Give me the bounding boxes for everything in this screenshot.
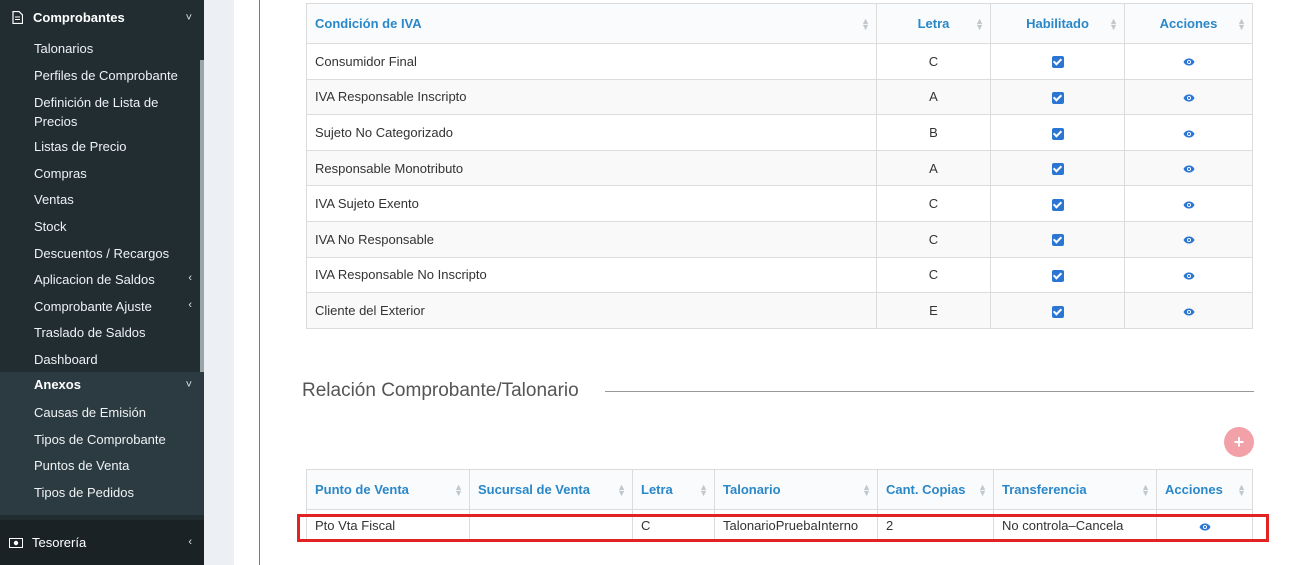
table-row: Cliente del Exterior E bbox=[306, 292, 1253, 329]
iva-conditions-table: Condición de IVA ▲ ▼ Letra ▲ ▼ Habilitado ▲ ▼ … bbox=[306, 3, 1253, 329]
sort-icon: ▲ ▼ bbox=[975, 16, 984, 32]
sidebar: Comprobantes ˅ Talonarios Perfiles de Co… bbox=[0, 0, 204, 565]
section-title: Relación Comprobante/Talonario bbox=[302, 380, 579, 401]
sidebar-item-listas-precio[interactable]: Listas de Precio bbox=[34, 138, 127, 156]
sort-icon: ▲ ▼ bbox=[1109, 16, 1118, 32]
sidebar-item-puntos-venta[interactable]: Puntos de Venta bbox=[34, 457, 129, 475]
sort-icon: ▲ ▼ bbox=[617, 482, 626, 498]
eye-icon[interactable] bbox=[1183, 236, 1195, 244]
column-header-habilitado[interactable]: Habilitado ▲ ▼ bbox=[990, 3, 1125, 44]
section-divider bbox=[605, 391, 1254, 392]
habilitado-checkbox[interactable] bbox=[1051, 305, 1064, 318]
sidebar-section-label: Comprobantes bbox=[33, 10, 125, 25]
sort-icon: ▲ ▼ bbox=[861, 16, 870, 32]
sidebar-item-descuentos[interactable]: Descuentos / Recargos bbox=[34, 245, 169, 263]
sidebar-item-dashboard[interactable]: Dashboard bbox=[34, 351, 98, 369]
sidebar-item-compras[interactable]: Compras bbox=[34, 165, 87, 183]
sidebar-item-ventas[interactable]: Ventas bbox=[34, 191, 74, 209]
table-row: IVA Responsable No Inscripto C bbox=[306, 256, 1253, 294]
column-header-acciones[interactable]: Acciones ▲ ▼ bbox=[1124, 3, 1253, 44]
sort-icon: ▲ ▼ bbox=[1141, 482, 1150, 498]
sort-icon: ▲ ▼ bbox=[1237, 16, 1246, 32]
column-header-copias[interactable]: Cant. Copias ▲ ▼ bbox=[877, 469, 994, 510]
table-row: Consumidor Final C bbox=[306, 43, 1253, 80]
eye-icon[interactable] bbox=[1183, 94, 1195, 102]
sort-icon: ▲ ▼ bbox=[454, 482, 463, 498]
column-header-sucursal[interactable]: Sucursal de Venta ▲ ▼ bbox=[469, 469, 633, 510]
habilitado-checkbox[interactable] bbox=[1051, 269, 1064, 282]
cell-letra: C bbox=[876, 256, 991, 294]
eye-icon[interactable] bbox=[1183, 165, 1195, 173]
column-header-condicion[interactable]: Condición de IVA ▲ ▼ bbox=[306, 3, 877, 44]
chevron-down-icon: ˅ bbox=[185, 12, 192, 24]
sidebar-item-perfiles[interactable]: Perfiles de Comprobante bbox=[34, 67, 178, 85]
cell-letra: C bbox=[876, 43, 991, 80]
sidebar-item-tipos-comprobante[interactable]: Tipos de Comprobante bbox=[34, 431, 166, 449]
sidebar-item-definicion-lista[interactable]: Definición de Lista de Precios bbox=[34, 93, 184, 131]
table-row: IVA Sujeto Exento C bbox=[306, 185, 1253, 222]
habilitado-checkbox[interactable] bbox=[1051, 56, 1064, 69]
sidebar-item-tesoreria[interactable]: Tesorería bbox=[32, 535, 86, 550]
chevron-down-icon: ˅ bbox=[185, 379, 192, 391]
money-icon bbox=[9, 538, 23, 548]
habilitado-checkbox[interactable] bbox=[1051, 163, 1064, 176]
cell-letra: A bbox=[876, 78, 991, 116]
sidebar-item-comprobante-ajuste[interactable]: Comprobante Ajuste bbox=[34, 298, 152, 316]
sort-icon: ▲ ▼ bbox=[978, 482, 987, 498]
cell-condicion: Sujeto No Categorizado bbox=[306, 114, 877, 151]
document-icon bbox=[12, 11, 23, 24]
sidebar-item-stock[interactable]: Stock bbox=[34, 218, 67, 236]
eye-icon[interactable] bbox=[1183, 58, 1195, 66]
sort-icon: ▲ ▼ bbox=[862, 482, 871, 498]
habilitado-checkbox[interactable] bbox=[1051, 127, 1064, 140]
column-header-punto-venta[interactable]: Punto de Venta ▲ ▼ bbox=[306, 469, 470, 510]
table-row: Sujeto No Categorizado B bbox=[306, 114, 1253, 151]
sidebar-item-causas-emision[interactable]: Causas de Emisión bbox=[34, 404, 146, 422]
sidebar-section-anexos[interactable]: Anexos bbox=[34, 377, 81, 392]
column-header-acciones[interactable]: Acciones ▲ ▼ bbox=[1156, 469, 1253, 510]
table-row: Responsable Monotributo A bbox=[306, 149, 1253, 187]
cell-condicion: IVA Responsable Inscripto bbox=[306, 78, 877, 116]
eye-icon[interactable] bbox=[1183, 308, 1195, 316]
chevron-left-icon: ‹ bbox=[188, 536, 192, 548]
cell-condicion: Responsable Monotributo bbox=[306, 149, 877, 187]
cell-letra: B bbox=[876, 114, 991, 151]
table-row: IVA No Responsable C bbox=[306, 220, 1253, 258]
cell-letra: E bbox=[876, 292, 991, 329]
sidebar-section-tesoreria[interactable] bbox=[0, 520, 204, 565]
chevron-left-icon: ‹ bbox=[188, 272, 192, 284]
sidebar-section-comprobantes[interactable]: Comprobantes ˅ bbox=[0, 4, 204, 32]
content-gutter bbox=[204, 0, 234, 565]
column-header-letra[interactable]: Letra ▲ ▼ bbox=[632, 469, 715, 510]
cell-condicion: Cliente del Exterior bbox=[306, 292, 877, 329]
chevron-left-icon: ‹ bbox=[188, 299, 192, 311]
cell-condicion: IVA Sujeto Exento bbox=[306, 185, 877, 222]
sort-icon: ▲ ▼ bbox=[1237, 482, 1246, 498]
table-row: IVA Responsable Inscripto A bbox=[306, 78, 1253, 116]
column-header-talonario[interactable]: Talonario ▲ ▼ bbox=[714, 469, 878, 510]
cell-condicion: IVA Responsable No Inscripto bbox=[306, 256, 877, 294]
eye-icon[interactable] bbox=[1183, 201, 1195, 209]
add-button[interactable]: + bbox=[1224, 427, 1254, 457]
highlight-box bbox=[297, 514, 1269, 542]
cell-letra: C bbox=[876, 220, 991, 258]
column-header-transferencia[interactable]: Transferencia ▲ ▼ bbox=[993, 469, 1157, 510]
cell-condicion: Consumidor Final bbox=[306, 43, 877, 80]
habilitado-checkbox[interactable] bbox=[1051, 234, 1064, 247]
habilitado-checkbox[interactable] bbox=[1051, 91, 1064, 104]
sidebar-item-aplicacion-saldos[interactable]: Aplicacion de Saldos bbox=[34, 271, 155, 289]
cell-letra: C bbox=[876, 185, 991, 222]
cell-letra: A bbox=[876, 149, 991, 187]
habilitado-checkbox[interactable] bbox=[1051, 198, 1064, 211]
eye-icon[interactable] bbox=[1183, 130, 1195, 138]
cell-condicion: IVA No Responsable bbox=[306, 220, 877, 258]
sidebar-item-talonarios[interactable]: Talonarios bbox=[34, 40, 93, 58]
sidebar-item-tipos-pedidos[interactable]: Tipos de Pedidos bbox=[34, 484, 134, 502]
sidebar-item-traslado-saldos[interactable]: Traslado de Saldos bbox=[34, 324, 146, 342]
eye-icon[interactable] bbox=[1183, 272, 1195, 280]
sort-icon: ▲ ▼ bbox=[699, 482, 708, 498]
column-header-letra[interactable]: Letra ▲ ▼ bbox=[876, 3, 991, 44]
